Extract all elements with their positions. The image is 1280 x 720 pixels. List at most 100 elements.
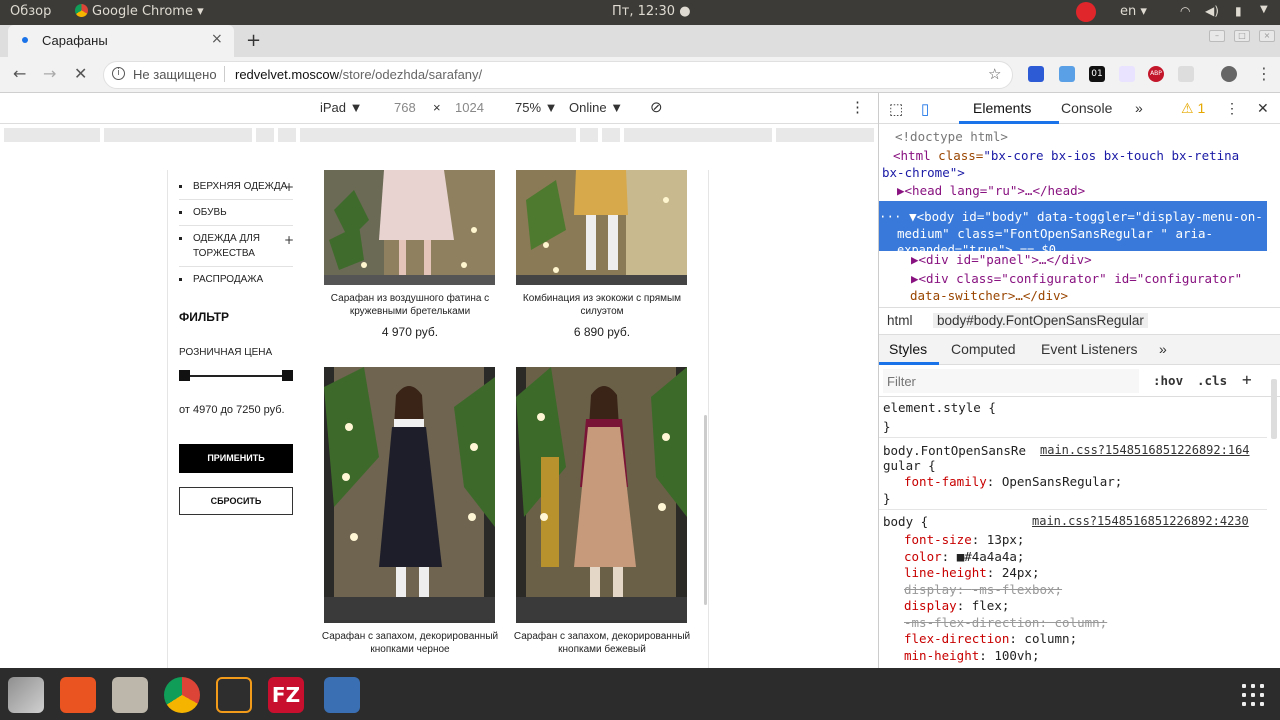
wifi-icon[interactable]: ◠	[1180, 4, 1190, 18]
extension-layers-icon[interactable]	[1178, 66, 1194, 82]
adblock-icon[interactable]: ABP	[1148, 66, 1164, 82]
css-property[interactable]: -ms-flex-direction: column;	[904, 615, 1107, 630]
menu-item-shoes[interactable]: ОБУВЬ	[179, 205, 227, 220]
new-rule-icon[interactable]: +	[1242, 370, 1252, 389]
dom-configurator-cont[interactable]: data-switcher>…</div>	[910, 288, 1068, 303]
settings-app-icon[interactable]	[8, 677, 44, 713]
product-image[interactable]	[516, 170, 687, 285]
menu-item-outerwear[interactable]: ВЕРХНЯЯ ОДЕЖДА	[179, 179, 287, 194]
dom-html-line-cont[interactable]: bx-chrome">	[882, 165, 965, 180]
product-name[interactable]: Сарафан с запахом, декорированный кнопка…	[315, 630, 505, 656]
tab-elements[interactable]: Elements	[973, 100, 1031, 116]
dom-html-line[interactable]: <html class="bx-core bx-ios bx-touch bx-…	[893, 148, 1239, 163]
extension-flag-icon[interactable]	[1028, 66, 1044, 82]
rule-source-link[interactable]: main.css?1548516851226892:164	[1040, 443, 1250, 457]
chrome-menu-icon[interactable]: ⋮	[1256, 64, 1272, 83]
filezilla-icon[interactable]: FZ	[268, 677, 304, 713]
breadcrumb-body[interactable]: body#body.FontOpenSansRegular	[933, 313, 1148, 328]
hov-toggle[interactable]: :hov	[1153, 373, 1183, 388]
product-name[interactable]: Сарафан из воздушного фатина с кружевным…	[315, 292, 505, 318]
price-slider-track[interactable]	[184, 375, 288, 377]
dom-head-node[interactable]: ▶<head lang="ru">…</head>	[897, 183, 1085, 198]
styles-scrollbar[interactable]	[1271, 379, 1277, 439]
dom-selected-body-node[interactable]: ··· ▼<body id="body" data-toggler="displ…	[879, 201, 1267, 257]
width-input[interactable]: 768	[394, 100, 416, 115]
product-name[interactable]: Сарафан с запахом, декорированный кнопка…	[507, 630, 697, 656]
more-tabs-icon[interactable]: »	[1135, 100, 1143, 116]
product-image[interactable]	[324, 170, 495, 285]
close-window-icon[interactable]: ×	[1259, 30, 1275, 42]
warnings-badge[interactable]: ⚠ 1	[1181, 100, 1205, 117]
css-property[interactable]: display: flex;	[904, 598, 1009, 613]
menu-item-occasion-wear[interactable]: ОДЕЖДА ДЛЯ ТОРЖЕСТВА	[179, 231, 289, 261]
devtools-close-icon[interactable]: ✕	[1257, 100, 1269, 117]
minimize-window-icon[interactable]: –	[1209, 30, 1225, 42]
chrome-app-icon[interactable]	[164, 677, 200, 713]
maximize-window-icon[interactable]: □	[1234, 30, 1250, 42]
security-label[interactable]: Не защищено	[133, 67, 217, 82]
files-app-icon[interactable]	[112, 677, 148, 713]
inspect-element-icon[interactable]: ⬚	[889, 100, 903, 118]
tab-close-icon[interactable]: ×	[211, 31, 223, 47]
system-menu-icon[interactable]: ▼	[1260, 4, 1268, 15]
tab-sarafany[interactable]: Сарафаны ×	[8, 25, 234, 57]
media-query-bar[interactable]	[0, 124, 878, 148]
device-toggle-icon[interactable]: ▯	[921, 100, 929, 118]
language-indicator[interactable]: en ▾	[1120, 4, 1147, 19]
dom-configurator-node[interactable]: ▶<div class="configurator" id="configura…	[911, 271, 1242, 286]
info-icon[interactable]: i	[112, 67, 125, 80]
dom-panel-node[interactable]: ▶<div id="panel">…</div>	[911, 252, 1092, 267]
more-subtabs-icon[interactable]: »	[1159, 341, 1167, 357]
css-property[interactable]: min-height: 100vh;	[904, 648, 1039, 663]
volume-icon[interactable]: ◀)	[1205, 4, 1219, 18]
height-input[interactable]: 1024	[455, 100, 484, 115]
css-property[interactable]: color: ■#4a4a4a;	[904, 549, 1024, 564]
tab-event-listeners[interactable]: Event Listeners	[1041, 341, 1138, 357]
cls-toggle[interactable]: .cls	[1197, 373, 1227, 388]
stop-icon[interactable]: ✕	[74, 64, 87, 83]
rule-selector[interactable]: body {	[883, 514, 928, 529]
tab-styles[interactable]: Styles	[889, 341, 927, 357]
rule-selector[interactable]: body.FontOpenSansRe	[883, 443, 1026, 458]
product-image[interactable]	[516, 367, 687, 623]
zoom-select[interactable]: 75% ▼	[515, 100, 558, 115]
app-menu[interactable]: Google Chrome ▾	[75, 4, 204, 19]
tab-console[interactable]: Console	[1061, 100, 1112, 116]
activities-button[interactable]: Обзор	[10, 4, 51, 19]
extension-wave-icon[interactable]	[1119, 66, 1135, 82]
rule-source-link[interactable]: main.css?1548516851226892:4230	[1032, 514, 1249, 528]
css-property[interactable]: flex-direction: column;	[904, 631, 1077, 646]
css-property[interactable]: font-family: OpenSansRegular;	[904, 474, 1122, 489]
show-applications-icon[interactable]	[1242, 684, 1266, 708]
software-center-icon[interactable]	[60, 677, 96, 713]
extension-01-icon[interactable]: 01	[1089, 66, 1105, 82]
styles-filter-input[interactable]	[883, 369, 1139, 393]
sublime-text-icon[interactable]	[216, 677, 252, 713]
new-tab-button[interactable]: +	[246, 30, 261, 51]
breadcrumb-html[interactable]: html	[887, 313, 913, 328]
back-icon[interactable]: ←	[13, 64, 26, 83]
url-text[interactable]: redvelvet.moscow/store/odezhda/sarafany/	[235, 67, 482, 82]
rule-selector-cont[interactable]: gular {	[883, 458, 936, 473]
css-property[interactable]: display: -ms-flexbox;	[904, 582, 1062, 597]
css-property[interactable]: font-size: 13px;	[904, 532, 1024, 547]
bookmark-star-icon[interactable]: ☆	[988, 65, 1001, 83]
expand-icon[interactable]: +	[284, 180, 294, 194]
dom-doctype[interactable]: <!doctype html>	[895, 129, 1008, 144]
battery-icon[interactable]: ▮	[1235, 4, 1242, 18]
record-indicator-icon[interactable]	[1076, 2, 1096, 22]
device-select[interactable]: iPad ▼	[320, 100, 363, 115]
forward-icon[interactable]: →	[43, 64, 56, 83]
price-slider-max-handle[interactable]	[282, 370, 293, 381]
extension-cube-icon[interactable]	[1059, 66, 1075, 82]
device-more-icon[interactable]: ⋮	[850, 98, 865, 116]
element-style-rule[interactable]: element.style {	[883, 400, 996, 415]
apply-filter-button[interactable]: ПРИМЕНИТЬ	[179, 444, 293, 473]
rotate-icon[interactable]: ⊘	[650, 98, 663, 116]
clock[interactable]: Пт, 12:30 ●	[612, 4, 691, 19]
css-property[interactable]: line-height: 24px;	[904, 565, 1040, 580]
expand-icon[interactable]: +	[284, 233, 294, 247]
price-slider-min-handle[interactable]	[179, 370, 190, 381]
product-name[interactable]: Комбинация из экокожи с прямым силуэтом	[507, 292, 697, 318]
product-image[interactable]	[324, 367, 495, 623]
